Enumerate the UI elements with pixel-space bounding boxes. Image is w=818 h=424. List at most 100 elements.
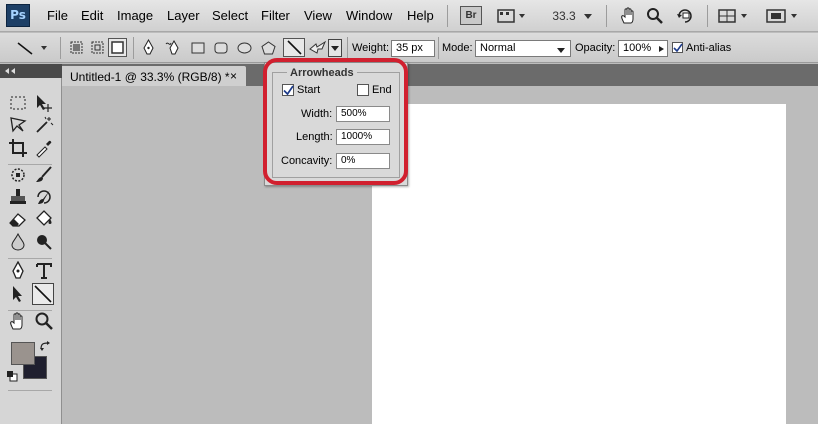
healing-brush-icon bbox=[11, 168, 25, 182]
clone-stamp-tool[interactable] bbox=[7, 186, 29, 208]
pen-icon bbox=[12, 261, 24, 279]
collapse-panel-icon[interactable] bbox=[4, 67, 16, 75]
menu-separator bbox=[447, 5, 448, 27]
zoom-tool[interactable] bbox=[33, 310, 55, 332]
chevron-down-icon bbox=[331, 46, 339, 51]
dodge-tool[interactable] bbox=[33, 231, 55, 253]
brush-icon bbox=[36, 166, 52, 182]
mode-value: Normal bbox=[480, 42, 516, 54]
shape-layers-button[interactable] bbox=[67, 38, 86, 57]
document-tab[interactable]: Untitled-1 @ 33.3% (RGB/8) * × bbox=[62, 66, 246, 86]
brush-tool[interactable] bbox=[33, 164, 55, 186]
weight-label: Weight: bbox=[352, 42, 390, 54]
eyedropper-tool[interactable] bbox=[33, 137, 55, 159]
menu-separator bbox=[707, 5, 708, 27]
document-canvas[interactable] bbox=[372, 104, 786, 424]
magic-wand-tool[interactable] bbox=[33, 114, 55, 136]
menu-edit[interactable]: Edit bbox=[81, 8, 103, 23]
close-tab-button[interactable]: × bbox=[230, 69, 237, 83]
move-icon bbox=[37, 95, 52, 112]
fill-pixels-button[interactable] bbox=[108, 38, 127, 57]
blur-tool[interactable] bbox=[7, 231, 29, 253]
rounded-rectangle-icon bbox=[214, 42, 227, 53]
chevron-down-icon bbox=[557, 48, 565, 53]
zoom-tool-button[interactable] bbox=[645, 6, 665, 25]
zoom-level-value: 33.3 bbox=[552, 8, 576, 23]
rounded-rectangle-button[interactable] bbox=[211, 38, 230, 57]
polygon-tool-button[interactable] bbox=[259, 38, 278, 57]
blur-drop-icon bbox=[11, 232, 25, 251]
history-brush-tool[interactable] bbox=[33, 186, 55, 208]
foreground-color-swatch-front[interactable] bbox=[11, 342, 35, 365]
end-checkbox[interactable] bbox=[357, 84, 369, 96]
swap-colors-icon[interactable] bbox=[39, 340, 51, 352]
menu-filter[interactable]: Filter bbox=[261, 8, 290, 23]
menu-select[interactable]: Select bbox=[212, 8, 248, 23]
move-tool[interactable] bbox=[33, 92, 55, 114]
type-tool[interactable] bbox=[33, 260, 55, 282]
custom-shape-button[interactable] bbox=[308, 38, 327, 57]
antialias-checkbox[interactable] bbox=[672, 42, 683, 53]
opacity-input[interactable]: 100% bbox=[618, 40, 668, 57]
options-separator bbox=[133, 37, 134, 59]
menu-view[interactable]: View bbox=[304, 8, 332, 23]
magic-wand-icon bbox=[36, 116, 54, 133]
lasso-tool[interactable] bbox=[7, 114, 29, 136]
magnifier-icon bbox=[35, 312, 53, 330]
rectangular-marquee-tool[interactable] bbox=[7, 92, 29, 114]
path-selection-tool[interactable] bbox=[7, 283, 29, 305]
hand-tool-button[interactable] bbox=[618, 6, 638, 25]
width-input[interactable]: 500% bbox=[336, 106, 390, 122]
start-label: Start bbox=[297, 84, 321, 96]
rectangle-tool-button[interactable] bbox=[188, 38, 207, 57]
view-extras-button[interactable] bbox=[496, 6, 528, 25]
menu-separator bbox=[606, 5, 607, 27]
chevron-down-icon bbox=[583, 13, 592, 19]
menu-layer[interactable]: Layer bbox=[167, 8, 200, 23]
line-tool-button[interactable] bbox=[283, 38, 305, 57]
tools-panel bbox=[0, 78, 62, 424]
bridge-button[interactable]: Br bbox=[460, 6, 482, 25]
start-checkbox[interactable] bbox=[282, 84, 294, 96]
pen-tool[interactable] bbox=[7, 260, 29, 282]
eyedropper-icon bbox=[36, 140, 52, 158]
paths-button[interactable] bbox=[88, 38, 107, 57]
rectangle-icon bbox=[191, 42, 204, 53]
concavity-input[interactable]: 0% bbox=[336, 153, 390, 169]
spot-healing-tool[interactable] bbox=[7, 164, 29, 186]
tool-preset-picker[interactable] bbox=[14, 38, 50, 57]
pen-icon bbox=[143, 39, 154, 55]
line-tool[interactable] bbox=[32, 283, 54, 305]
mode-label: Mode: bbox=[442, 42, 473, 54]
geometry-options-button[interactable] bbox=[328, 39, 342, 57]
weight-input[interactable]: 35 px bbox=[391, 40, 435, 57]
eraser-icon bbox=[9, 213, 26, 227]
paint-bucket-tool[interactable] bbox=[33, 208, 55, 230]
arrange-documents-button[interactable] bbox=[716, 6, 752, 25]
canvas-area[interactable] bbox=[62, 86, 818, 424]
arrowheads-popup: Arrowheads Start End Width: 500% Length:… bbox=[264, 62, 408, 186]
menu-image[interactable]: Image bbox=[117, 8, 153, 23]
dodge-icon bbox=[37, 235, 52, 250]
lasso-icon bbox=[10, 117, 27, 133]
ellipse-tool-button[interactable] bbox=[235, 38, 254, 57]
menu-window[interactable]: Window bbox=[346, 8, 392, 23]
line-icon bbox=[286, 40, 302, 55]
type-icon bbox=[36, 263, 52, 279]
length-input[interactable]: 1000% bbox=[336, 129, 390, 145]
hand-tool[interactable] bbox=[7, 310, 29, 332]
rotate-view-button[interactable] bbox=[674, 6, 696, 25]
pen-tool-button[interactable] bbox=[139, 38, 158, 57]
eraser-tool[interactable] bbox=[7, 208, 29, 230]
crop-tool[interactable] bbox=[7, 137, 29, 159]
concavity-label: Concavity: bbox=[281, 155, 333, 167]
mode-select[interactable]: Normal bbox=[475, 40, 571, 57]
zoom-level-dropdown[interactable]: 33.3 bbox=[550, 6, 596, 25]
bridge-label: Br bbox=[465, 10, 477, 21]
freeform-pen-button[interactable] bbox=[164, 38, 183, 57]
screen-mode-button[interactable] bbox=[764, 6, 802, 25]
menu-help[interactable]: Help bbox=[407, 8, 434, 23]
fill-pixels-icon bbox=[111, 41, 124, 54]
default-colors-icon[interactable] bbox=[6, 370, 18, 382]
menu-file[interactable]: File bbox=[47, 8, 68, 23]
